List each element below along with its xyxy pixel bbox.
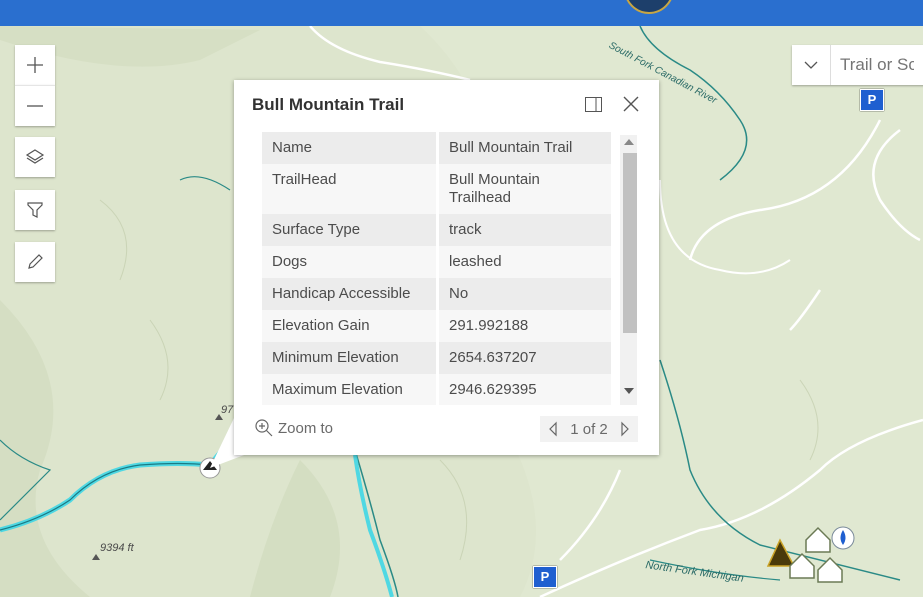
- scroll-thumb[interactable]: [623, 153, 637, 333]
- scroll-down-icon[interactable]: [624, 388, 634, 394]
- pencil-icon: [28, 254, 43, 269]
- attribute-value: track: [437, 214, 611, 246]
- attribute-row: Minimum Elevation 2654.637207: [262, 342, 611, 374]
- attribute-key: TrailHead: [262, 164, 439, 214]
- close-icon[interactable]: [622, 95, 640, 113]
- attribute-row: Dogs leashed: [262, 246, 611, 278]
- zoom-in-button[interactable]: [15, 45, 55, 85]
- filter-button[interactable]: [15, 190, 55, 230]
- attribute-key: Minimum Elevation: [262, 342, 439, 374]
- pager-count: 1 of 2: [570, 420, 608, 438]
- next-icon[interactable]: [620, 421, 630, 437]
- zoom-to-label: Zoom to: [278, 419, 334, 437]
- attribute-table: Name Bull Mountain Trail TrailHead Bull Mou…: [262, 132, 611, 405]
- search-input[interactable]: [832, 45, 922, 85]
- zoom-out-button[interactable]: [15, 85, 55, 126]
- feature-pager: 1 of 2: [540, 416, 638, 442]
- parking-marker[interactable]: P: [860, 89, 884, 111]
- zoom-in-magnifier-icon: [255, 419, 273, 437]
- agency-logo: WILD: [624, 0, 674, 14]
- plus-icon: [27, 57, 43, 73]
- attribute-row: TrailHead Bull Mountain Trailhead: [262, 164, 611, 214]
- attribute-row: Surface Type track: [262, 214, 611, 246]
- attribute-value: 2654.637207: [437, 342, 611, 374]
- attribute-value: leashed: [437, 246, 611, 278]
- attribute-value: 2946.629395: [437, 374, 611, 405]
- attribute-row: Name Bull Mountain Trail: [262, 132, 611, 164]
- search-widget: [792, 45, 923, 85]
- minus-icon: [27, 105, 43, 107]
- attribute-value: Bull Mountain Trail: [437, 132, 611, 164]
- search-source-dropdown[interactable]: [792, 45, 831, 85]
- parking-marker[interactable]: P: [533, 566, 557, 588]
- scroll-up-icon[interactable]: [624, 139, 634, 145]
- dock-icon[interactable]: [585, 97, 602, 112]
- layers-button[interactable]: [15, 137, 55, 177]
- attribute-key: Maximum Elevation: [262, 374, 439, 405]
- attribute-value: No: [437, 278, 611, 310]
- feature-popup: Bull Mountain Trail Name Bull Mountain Tr…: [234, 80, 659, 455]
- chevron-down-icon: [804, 61, 818, 69]
- attribute-key: Handicap Accessible: [262, 278, 439, 310]
- attribute-key: Surface Type: [262, 214, 439, 246]
- draw-button[interactable]: [15, 242, 55, 282]
- zoom-to-button[interactable]: Zoom to: [254, 418, 333, 438]
- elevation-label: 97: [221, 404, 234, 416]
- layers-icon: [25, 149, 45, 164]
- attribute-value: 291.992188: [437, 310, 611, 342]
- popup-title: Bull Mountain Trail: [252, 95, 405, 114]
- attribute-key: Name: [262, 132, 439, 164]
- attribute-row: Handicap Accessible No: [262, 278, 611, 310]
- attribute-row: Elevation Gain 291.992188: [262, 310, 611, 342]
- attribute-key: Dogs: [262, 246, 439, 278]
- popup-footer: Zoom to 1 of 2: [234, 416, 659, 444]
- attribute-row: Maximum Elevation 2946.629395: [262, 374, 611, 405]
- previous-icon[interactable]: [548, 421, 558, 437]
- popup-scrollbar[interactable]: [620, 135, 637, 405]
- app-header: WILD: [0, 0, 923, 26]
- filter-icon: [27, 202, 43, 218]
- attribute-value: Bull Mountain Trailhead: [437, 164, 611, 214]
- attribute-key: Elevation Gain: [262, 310, 439, 342]
- elevation-label: 9394 ft: [100, 542, 134, 554]
